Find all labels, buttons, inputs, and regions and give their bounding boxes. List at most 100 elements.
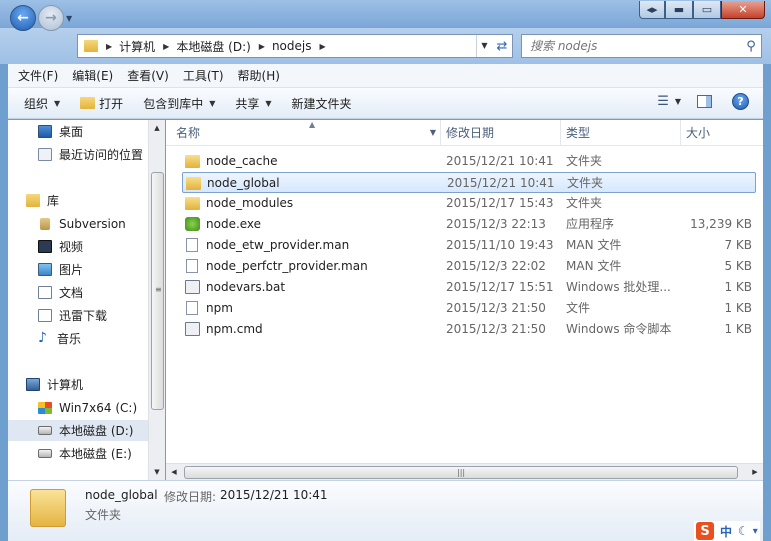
include-in-library-button[interactable]: 包含到库中 ▼ [143, 95, 215, 112]
chevron-down-icon: ▼ [265, 98, 272, 108]
scroll-left-icon[interactable]: ◀ [166, 464, 182, 480]
nav-item-documents[interactable]: 文档 [8, 282, 148, 303]
sogou-logo-icon[interactable]: S [696, 522, 714, 540]
nav-item-recent-places[interactable]: 最近访问的位置 [8, 144, 148, 165]
refresh-icon[interactable]: ⇄ [492, 39, 512, 54]
nav-item-drive-e[interactable]: 本地磁盘 (E:) [8, 443, 148, 464]
details-pane: node_global 修改日期: 2015/12/21 10:41 文件夹 [8, 480, 763, 541]
table-row[interactable]: node_cache 2015/12/21 10:41 文件夹 [182, 151, 756, 172]
table-row[interactable]: node_modules 2015/12/17 15:43 文件夹 [182, 193, 756, 214]
nav-scrollbar[interactable]: ▲ ≡ ▼ [148, 120, 165, 480]
breadcrumb-arrow-icon[interactable]: ▶ [163, 42, 169, 51]
nav-item-videos[interactable]: 视频 [8, 236, 148, 257]
column-header-size[interactable]: 大小 [681, 120, 763, 146]
share-button[interactable]: 共享 ▼ [235, 95, 271, 112]
half-width-icon[interactable]: ☾ [738, 524, 749, 538]
nav-item-thunder-download[interactable]: 迅雷下载 [8, 305, 148, 326]
nav-item-label: Win7x64 (C:) [59, 400, 138, 415]
address-bar[interactable]: ▶ 计算机 ▶ 本地磁盘 (D:) ▶ nodejs ▶ ▼ ⇄ [77, 34, 513, 58]
recent-places-icon [38, 148, 52, 161]
menu-file[interactable]: 文件(F) [18, 67, 58, 84]
breadcrumb-computer[interactable]: 计算机 [119, 38, 155, 55]
file-size: 7 KB [724, 238, 752, 252]
menu-view[interactable]: 查看(V) [127, 67, 169, 84]
view-dropdown-icon[interactable]: ▼ [675, 97, 681, 106]
include-library-label: 包含到库中 [143, 96, 204, 111]
search-input[interactable] [522, 36, 741, 56]
close-button[interactable]: ✕ [721, 1, 765, 19]
horizontal-scroll-thumb[interactable]: ||| [184, 466, 738, 479]
table-row[interactable]: npm.cmd 2015/12/3 21:50 Windows 命令脚本 1 K… [182, 319, 756, 340]
column-header-name[interactable]: 名称 ▲ ▼ [171, 120, 441, 146]
ime-more-icon[interactable]: ▾ [753, 526, 758, 537]
breadcrumb-drive-d[interactable]: 本地磁盘 (D:) [176, 38, 250, 55]
table-row[interactable]: npm 2015/12/3 21:50 文件 1 KB [182, 298, 756, 319]
nav-item-computer[interactable]: 计算机 [8, 374, 148, 395]
nav-scroll-thumb[interactable]: ≡ [151, 172, 164, 410]
nav-item-drive-d[interactable]: 本地磁盘 (D:) [8, 420, 148, 441]
file-name: node.exe [206, 217, 262, 231]
details-modified-value: 2015/12/21 10:41 [220, 488, 328, 502]
column-headers: 名称 ▲ ▼ 修改日期 类型 大小 [166, 120, 763, 146]
title-bar: ◂▸ ▬ ▭ ✕ [0, 0, 771, 28]
file-modified: 2015/12/17 15:43 [446, 196, 554, 210]
recent-pages-dropdown-icon[interactable]: ▼ [66, 14, 72, 23]
nav-item-desktop[interactable]: 桌面 [8, 121, 148, 142]
file-name: node_cache [206, 154, 278, 168]
back-button[interactable]: ← [10, 5, 36, 31]
file-name: node_global [207, 176, 280, 190]
forward-button[interactable]: → [38, 5, 64, 31]
ime-toolbar[interactable]: S 中 ☾ ▾ [694, 521, 760, 541]
table-row[interactable]: node_global 2015/12/21 10:41 文件夹 [182, 172, 756, 193]
new-folder-button[interactable]: 新建文件夹 [292, 95, 352, 112]
nav-item-libraries[interactable]: 库 [8, 190, 148, 211]
breadcrumb-nodejs[interactable]: nodejs [272, 39, 312, 53]
file-type: 文件夹 [566, 154, 603, 168]
search-icon[interactable]: ⚲ [741, 39, 761, 54]
breadcrumb-arrow-icon[interactable]: ▶ [259, 42, 265, 51]
table-row[interactable]: nodevars.bat 2015/12/17 15:51 Windows 批处… [182, 277, 756, 298]
nav-item-label: Subversion [59, 216, 126, 231]
scroll-right-icon[interactable]: ▶ [747, 464, 763, 480]
folder-icon [185, 155, 200, 168]
menu-edit[interactable]: 编辑(E) [72, 67, 113, 84]
nav-item-music[interactable]: ♪ 音乐 [8, 328, 148, 349]
file-type: MAN 文件 [566, 259, 622, 273]
view-options-icon[interactable]: ☰ [657, 94, 669, 109]
table-row[interactable]: node.exe 2015/12/3 22:13 应用程序 13,239 KB [182, 214, 756, 235]
menu-bar: 文件(F) 编辑(E) 查看(V) 工具(T) 帮助(H) [8, 64, 763, 88]
column-header-modified[interactable]: 修改日期 [441, 120, 561, 146]
ime-language-toggle[interactable]: 中 [720, 523, 732, 540]
open-button[interactable]: 打开 [80, 95, 123, 112]
address-history-dropdown-icon[interactable]: ▼ [476, 35, 492, 57]
preview-pane-icon[interactable] [697, 95, 712, 108]
navigation-pane: 桌面 最近访问的位置 库 Subversion 视频 图片 文档 迅雷下载 ♪ … [8, 120, 148, 480]
scroll-down-icon[interactable]: ▼ [149, 464, 165, 480]
nav-item-drive-c[interactable]: Win7x64 (C:) [8, 397, 148, 418]
column-header-type[interactable]: 类型 [561, 120, 681, 146]
menu-tools[interactable]: 工具(T) [183, 67, 224, 84]
chevron-down-icon[interactable]: ▼ [430, 120, 436, 146]
breadcrumb-arrow-icon[interactable]: ▶ [106, 42, 112, 51]
breadcrumb-arrow-icon[interactable]: ▶ [320, 42, 326, 51]
chevron-down-icon: ▼ [209, 98, 216, 108]
table-row[interactable]: node_perfctr_provider.man 2015/12/3 22:0… [182, 256, 756, 277]
organize-button[interactable]: 组织 ▼ [24, 95, 60, 112]
file-modified: 2015/12/17 15:51 [446, 280, 554, 294]
folder-icon [186, 177, 201, 190]
nav-item-subversion[interactable]: Subversion [8, 213, 148, 234]
minimize-button[interactable]: ▬ [665, 1, 693, 19]
details-modified-label: 修改日期: [164, 490, 217, 504]
menu-help[interactable]: 帮助(H) [238, 67, 280, 84]
folder-icon [84, 40, 98, 52]
file-modified: 2015/12/3 21:50 [446, 322, 546, 336]
nav-item-label: 桌面 [59, 125, 84, 139]
horizontal-scrollbar[interactable]: ◀ ||| ▶ [166, 463, 763, 480]
scroll-up-icon[interactable]: ▲ [149, 120, 165, 136]
table-row[interactable]: node_etw_provider.man 2015/11/10 19:43 M… [182, 235, 756, 256]
file-name: node_modules [206, 196, 294, 210]
restore-icon[interactable]: ◂▸ [639, 1, 665, 19]
nav-item-pictures[interactable]: 图片 [8, 259, 148, 280]
help-icon[interactable]: ? [732, 93, 749, 110]
maximize-button[interactable]: ▭ [693, 1, 721, 19]
